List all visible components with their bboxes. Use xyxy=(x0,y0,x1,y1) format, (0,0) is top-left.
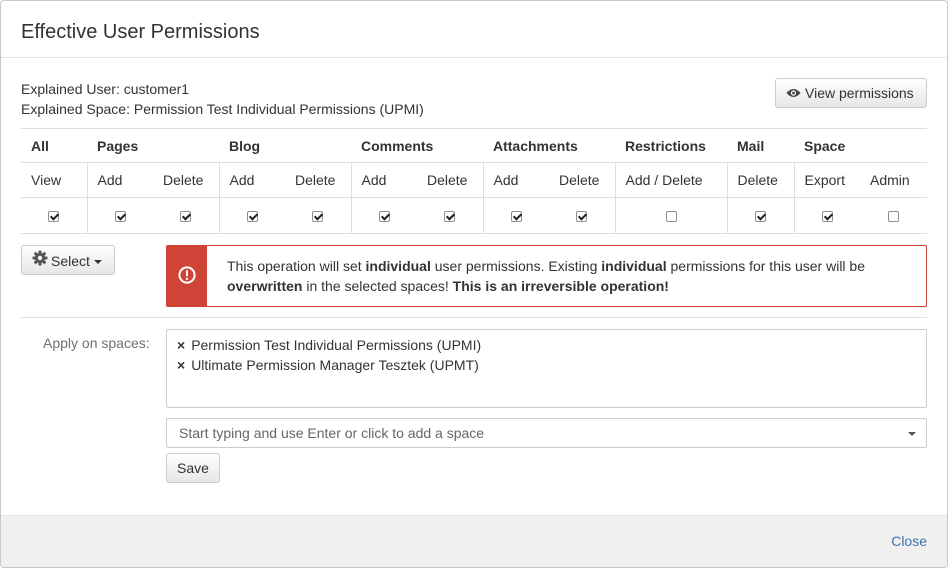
section-divider xyxy=(21,317,927,318)
explained-space-label: Explained Space: xyxy=(21,101,130,117)
permission-group-row: All Pages Blog Comments Attachments Rest… xyxy=(21,128,927,163)
space-search-input[interactable] xyxy=(177,424,877,442)
perm-checkbox-attachments-delete[interactable] xyxy=(576,211,588,223)
group-header-space: Space xyxy=(794,128,927,163)
chevron-down-icon xyxy=(93,260,102,265)
group-header-mail: Mail xyxy=(727,128,794,163)
perm-label-attachments-add: Add xyxy=(482,162,549,198)
group-header-pages: Pages xyxy=(87,128,219,163)
perm-checkbox-pages-add[interactable] xyxy=(114,211,126,223)
perm-label-blog-delete: Delete xyxy=(285,162,351,198)
group-header-attachments: Attachments xyxy=(483,128,615,163)
perm-cell-space-export xyxy=(793,197,860,234)
eye-icon xyxy=(786,79,801,107)
group-header-blog: Blog xyxy=(219,128,351,163)
perm-cell-pages-delete xyxy=(153,197,219,234)
exclamation-icon xyxy=(178,265,196,287)
perm-checkbox-space-export[interactable] xyxy=(821,211,833,223)
warning-bold-3: overwritten xyxy=(227,278,303,294)
select-dropdown-button[interactable]: Select xyxy=(21,245,115,275)
effective-permissions-dialog: Effective User Permissions Explained Use… xyxy=(0,0,948,568)
perm-checkbox-attachments-add[interactable] xyxy=(510,211,522,223)
perm-label-comments-delete: Delete xyxy=(417,162,483,198)
perm-label-comments-add: Add xyxy=(350,162,417,198)
dialog-body: Explained User: customer1 Explained Spac… xyxy=(21,58,927,517)
explained-space: Explained Space: Permission Test Individ… xyxy=(21,99,424,119)
perm-label-blog-add: Add xyxy=(218,162,285,198)
permission-checkbox-row xyxy=(21,197,927,234)
perm-cell-comments-delete xyxy=(417,197,483,234)
perm-label-pages-add: Add xyxy=(86,162,153,198)
perm-cell-blog-delete xyxy=(285,197,351,234)
group-header-comments: Comments xyxy=(351,128,483,163)
selected-space-item: × Ultimate Permission Manager Tesztek (UP… xyxy=(177,355,916,375)
selected-spaces-box: × Permission Test Individual Permissions … xyxy=(166,329,927,408)
perm-checkbox-blog-add[interactable] xyxy=(246,211,258,223)
perm-label-attachments-delete: Delete xyxy=(549,162,615,198)
perm-label-all-view: View xyxy=(21,162,87,198)
remove-space-icon[interactable]: × xyxy=(177,357,185,373)
explained-user-label: Explained User: xyxy=(21,81,120,97)
perm-cell-comments-add xyxy=(350,197,417,234)
perm-checkbox-comments-delete[interactable] xyxy=(444,211,456,223)
selected-space-name: Permission Test Individual Permissions (… xyxy=(191,337,482,353)
perm-checkbox-all-view[interactable] xyxy=(48,211,60,223)
perm-checkbox-pages-delete[interactable] xyxy=(180,211,192,223)
view-permissions-label: View permissions xyxy=(805,85,914,101)
perm-checkbox-space-admin[interactable] xyxy=(888,211,899,223)
warning-bold-4: This is an irreversible operation! xyxy=(452,278,669,294)
permissions-table: All Pages Blog Comments Attachments Rest… xyxy=(21,128,927,234)
save-button[interactable]: Save xyxy=(166,453,220,483)
warning-alert-side xyxy=(167,246,207,306)
selected-space-item: × Permission Test Individual Permissions … xyxy=(177,335,916,355)
perm-label-space-admin: Admin xyxy=(860,162,927,198)
perm-checkbox-comments-add[interactable] xyxy=(378,211,390,223)
perm-label-restrictions-add-delete: Add / Delete xyxy=(614,162,727,198)
gear-icon xyxy=(32,247,48,275)
perm-cell-space-admin xyxy=(860,197,927,234)
permission-label-row: View Add Delete Add Delete Add Delete Ad… xyxy=(21,162,927,198)
warning-bold-1: individual xyxy=(365,258,431,274)
apply-on-spaces-label: Apply on spaces: xyxy=(43,335,150,351)
view-permissions-button[interactable]: View permissions xyxy=(775,78,927,108)
perm-cell-mail-delete xyxy=(726,197,794,234)
perm-cell-pages-add xyxy=(86,197,153,234)
explained-user: Explained User: customer1 xyxy=(21,79,424,99)
explained-space-value: Permission Test Individual Permissions (… xyxy=(133,101,424,117)
group-header-restrictions: Restrictions xyxy=(615,128,727,163)
warning-text-4: in the selected spaces! xyxy=(302,278,453,294)
warning-message: This operation will set individual user … xyxy=(227,256,912,296)
perm-cell-all-view xyxy=(21,197,87,234)
select-button-label: Select xyxy=(51,253,90,269)
dialog-header: Effective User Permissions xyxy=(1,1,947,58)
perm-cell-blog-add xyxy=(218,197,285,234)
warning-alert: This operation will set individual user … xyxy=(166,245,927,307)
perm-cell-attachments-delete xyxy=(549,197,615,234)
explained-user-value: customer1 xyxy=(123,81,190,97)
dialog-title: Effective User Permissions xyxy=(21,21,260,43)
perm-checkbox-blog-delete[interactable] xyxy=(312,211,324,223)
perm-cell-restrictions-add-delete xyxy=(614,197,727,234)
warning-text-2: user permissions. Existing xyxy=(430,258,602,274)
remove-space-icon[interactable]: × xyxy=(177,337,185,353)
perm-checkbox-restrictions-add-delete[interactable] xyxy=(665,211,677,223)
explained-info: Explained User: customer1 Explained Spac… xyxy=(21,79,424,119)
perm-cell-attachments-add xyxy=(482,197,549,234)
selected-space-name: Ultimate Permission Manager Tesztek (UPM… xyxy=(191,357,479,373)
warning-text-3: permissions for this user will be xyxy=(666,258,866,274)
warning-text-1: This operation will set xyxy=(227,258,366,274)
space-search-field[interactable] xyxy=(166,418,927,448)
perm-checkbox-mail-delete[interactable] xyxy=(755,211,766,223)
perm-label-mail-delete: Delete xyxy=(726,162,794,198)
warning-bold-2: individual xyxy=(601,258,667,274)
dialog-footer: Close xyxy=(1,515,947,567)
perm-label-pages-delete: Delete xyxy=(153,162,219,198)
group-header-all: All xyxy=(21,128,87,163)
chevron-down-icon[interactable] xyxy=(908,432,916,436)
perm-label-space-export: Export xyxy=(793,162,860,198)
close-link[interactable]: Close xyxy=(891,533,927,549)
